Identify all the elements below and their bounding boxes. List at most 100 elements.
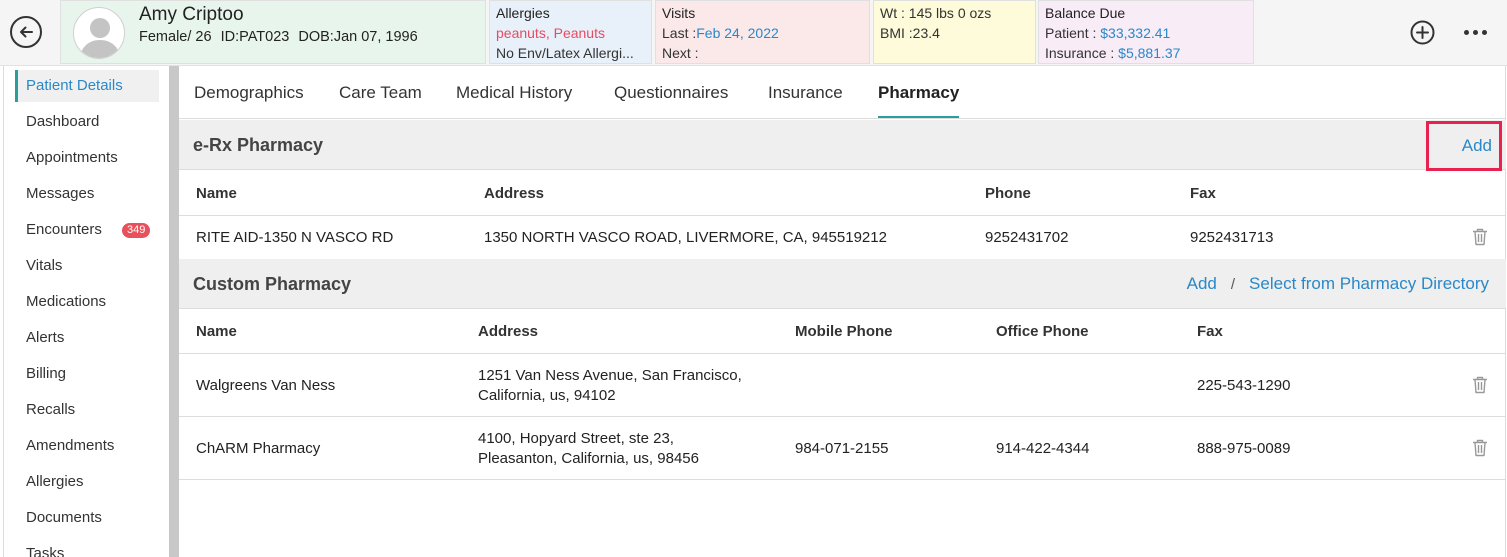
add-circle-icon[interactable] <box>1410 20 1435 45</box>
add-erx-pharmacy-button[interactable]: Add <box>1426 121 1502 171</box>
bmi-value: 23.4 <box>912 25 940 41</box>
link-separator: / <box>1230 276 1236 293</box>
custom-pharmacy-mobile: 984-071-2155 <box>795 440 889 457</box>
divider <box>179 353 1506 354</box>
erx-pharmacy-fax: 9252431713 <box>1190 229 1274 246</box>
back-button[interactable] <box>10 16 42 48</box>
erx-col-fax: Fax <box>1190 185 1216 202</box>
custom-pharmacy-fax: 888-975-0089 <box>1197 440 1291 457</box>
tab-medical-history[interactable]: Medical History <box>456 66 572 118</box>
custom-col-address: Address <box>478 323 539 340</box>
trash-icon[interactable] <box>1472 439 1488 457</box>
patient-balance-label: Patient : <box>1045 25 1097 41</box>
sidebar-item-label: Appointments <box>26 149 118 166</box>
env-allergies: No Env/Latex Allergi... <box>496 45 634 61</box>
address-line-1: 1251 Van Ness Avenue, San Francisco, <box>478 367 742 384</box>
tab-insurance[interactable]: Insurance <box>768 66 843 118</box>
tab-demographics[interactable]: Demographics <box>194 66 304 118</box>
visits-title: Visits <box>662 5 696 21</box>
patient-header: Amy Criptoo Female/ 26 ID:PAT023 DOB:Jan… <box>0 0 1507 66</box>
address-line-2: Pleasanton, California, us, 98456 <box>478 450 699 467</box>
last-visit-date[interactable]: Feb 24, 2022 <box>696 25 779 41</box>
address-line-1: 4100, Hopyard Street, ste 23, <box>478 430 674 447</box>
sidebar-item-label: Alerts <box>26 329 65 346</box>
tab-pharmacy[interactable]: Pharmacy <box>878 66 960 118</box>
sidebar-item-label: Billing <box>26 365 67 382</box>
custom-pharmacy-name: ChARM Pharmacy <box>196 440 321 457</box>
balance-title: Balance Due <box>1045 5 1126 21</box>
custom-pharmacy-fax: 225-543-1290 <box>1197 377 1291 394</box>
erx-pharmacy-header: e-Rx Pharmacy Add <box>179 120 1506 171</box>
visits-card[interactable]: Visits Last :Feb 24, 2022 Next : <box>655 0 870 64</box>
patient-id: ID:PAT023 <box>220 29 290 45</box>
erx-col-address: Address <box>484 185 545 202</box>
sidebar-item-label: Encounters <box>26 221 102 238</box>
sidebar-item-dashboard[interactable]: Dashboard <box>15 106 159 138</box>
divider <box>179 416 1506 417</box>
divider <box>179 215 1506 216</box>
weight-label: Wt : <box>880 5 905 21</box>
main-content: Demographics Care Team Medical History Q… <box>179 66 1506 557</box>
sidebar-item-patient-details[interactable]: Patient Details <box>15 70 159 102</box>
user-icon <box>80 18 120 58</box>
sidebar-item-medications[interactable]: Medications <box>15 286 159 318</box>
last-visit-label: Last : <box>662 25 697 41</box>
patient-card[interactable]: Amy Criptoo Female/ 26 ID:PAT023 DOB:Jan… <box>60 0 486 64</box>
add-custom-pharmacy-button[interactable]: Add <box>1187 274 1217 293</box>
sidebar-item-label: Documents <box>26 509 102 526</box>
address-line-2: California, us, 94102 <box>478 387 616 404</box>
erx-col-phone: Phone <box>985 185 1031 202</box>
erx-pharmacy-phone: 9252431702 <box>985 229 1069 246</box>
sidebar-item-label: Amendments <box>26 437 115 454</box>
patient-info: Female/ 26 ID:PAT023 DOB:Jan 07, 1996 <box>139 27 423 47</box>
divider <box>179 479 1506 480</box>
encounters-count-badge: 349 <box>122 223 151 238</box>
custom-pharmacy-actions: Add / Select from Pharmacy Directory <box>1187 259 1489 310</box>
tab-care-team[interactable]: Care Team <box>339 66 422 118</box>
drug-allergies: peanuts, Peanuts <box>496 25 605 41</box>
custom-col-fax: Fax <box>1197 323 1223 340</box>
avatar <box>73 7 125 59</box>
allergies-title: Allergies <box>496 5 550 21</box>
sidebar-item-amendments[interactable]: Amendments <box>15 430 159 462</box>
bmi-label: BMI : <box>880 25 913 41</box>
patient-name: Amy Criptoo <box>139 4 244 25</box>
tab-questionnaires[interactable]: Questionnaires <box>614 66 728 118</box>
insurance-balance-value[interactable]: $5,881.37 <box>1118 45 1180 61</box>
sidebar-item-recalls[interactable]: Recalls <box>15 394 159 426</box>
trash-icon[interactable] <box>1472 228 1488 246</box>
patient-dob: DOB:Jan 07, 1996 <box>298 29 418 45</box>
custom-col-office-phone: Office Phone <box>996 323 1089 340</box>
sidebar-item-allergies[interactable]: Allergies <box>15 466 159 498</box>
sidebar-item-encounters[interactable]: Encounters 349 <box>15 214 159 246</box>
custom-pharmacy-header: Custom Pharmacy Add / Select from Pharmacy… <box>179 259 1506 309</box>
sidebar-scrollbar[interactable] <box>169 66 179 557</box>
sidebar-item-label: Vitals <box>26 257 63 274</box>
sidebar-item-label: Tasks <box>26 545 65 557</box>
sidebar-item-label: Medications <box>26 293 107 310</box>
custom-pharmacy-name: Walgreens Van Ness <box>196 377 336 394</box>
more-options-icon[interactable] <box>1462 20 1488 44</box>
sidebar-item-appointments[interactable]: Appointments <box>15 142 159 174</box>
custom-col-mobile-phone: Mobile Phone <box>795 323 893 340</box>
patient-balance-value[interactable]: $33,332.41 <box>1100 25 1170 41</box>
sidebar-item-alerts[interactable]: Alerts <box>15 322 159 354</box>
sidebar-item-billing[interactable]: Billing <box>15 358 159 390</box>
custom-pharmacy-address: 1251 Van Ness Avenue, San Francisco, Cal… <box>478 366 742 406</box>
sidebar-item-messages[interactable]: Messages <box>15 178 159 210</box>
sidebar-item-label: Recalls <box>26 401 76 418</box>
insurance-balance-label: Insurance : <box>1045 45 1115 61</box>
allergies-card[interactable]: Allergies peanuts, Peanuts No Env/Latex … <box>489 0 652 64</box>
trash-icon[interactable] <box>1472 376 1488 394</box>
sidebar-item-documents[interactable]: Documents <box>15 502 159 534</box>
custom-pharmacy-address: 4100, Hopyard Street, ste 23, Pleasanton… <box>478 429 699 469</box>
next-visit-label: Next : <box>662 45 699 61</box>
sidebar-item-label: Allergies <box>26 473 84 490</box>
select-pharmacy-directory-link[interactable]: Select from Pharmacy Directory <box>1249 274 1489 293</box>
balance-card[interactable]: Balance Due Patient : $33,332.41 Insuran… <box>1038 0 1254 64</box>
sidebar-item-vitals[interactable]: Vitals <box>15 250 159 282</box>
erx-pharmacy-title: e-Rx Pharmacy <box>193 135 324 155</box>
sidebar-item-label: Patient Details <box>26 77 123 94</box>
sidebar-item-tasks[interactable]: Tasks <box>15 538 159 557</box>
vitals-card[interactable]: Wt : 145 lbs 0 ozs BMI :23.4 <box>873 0 1036 64</box>
